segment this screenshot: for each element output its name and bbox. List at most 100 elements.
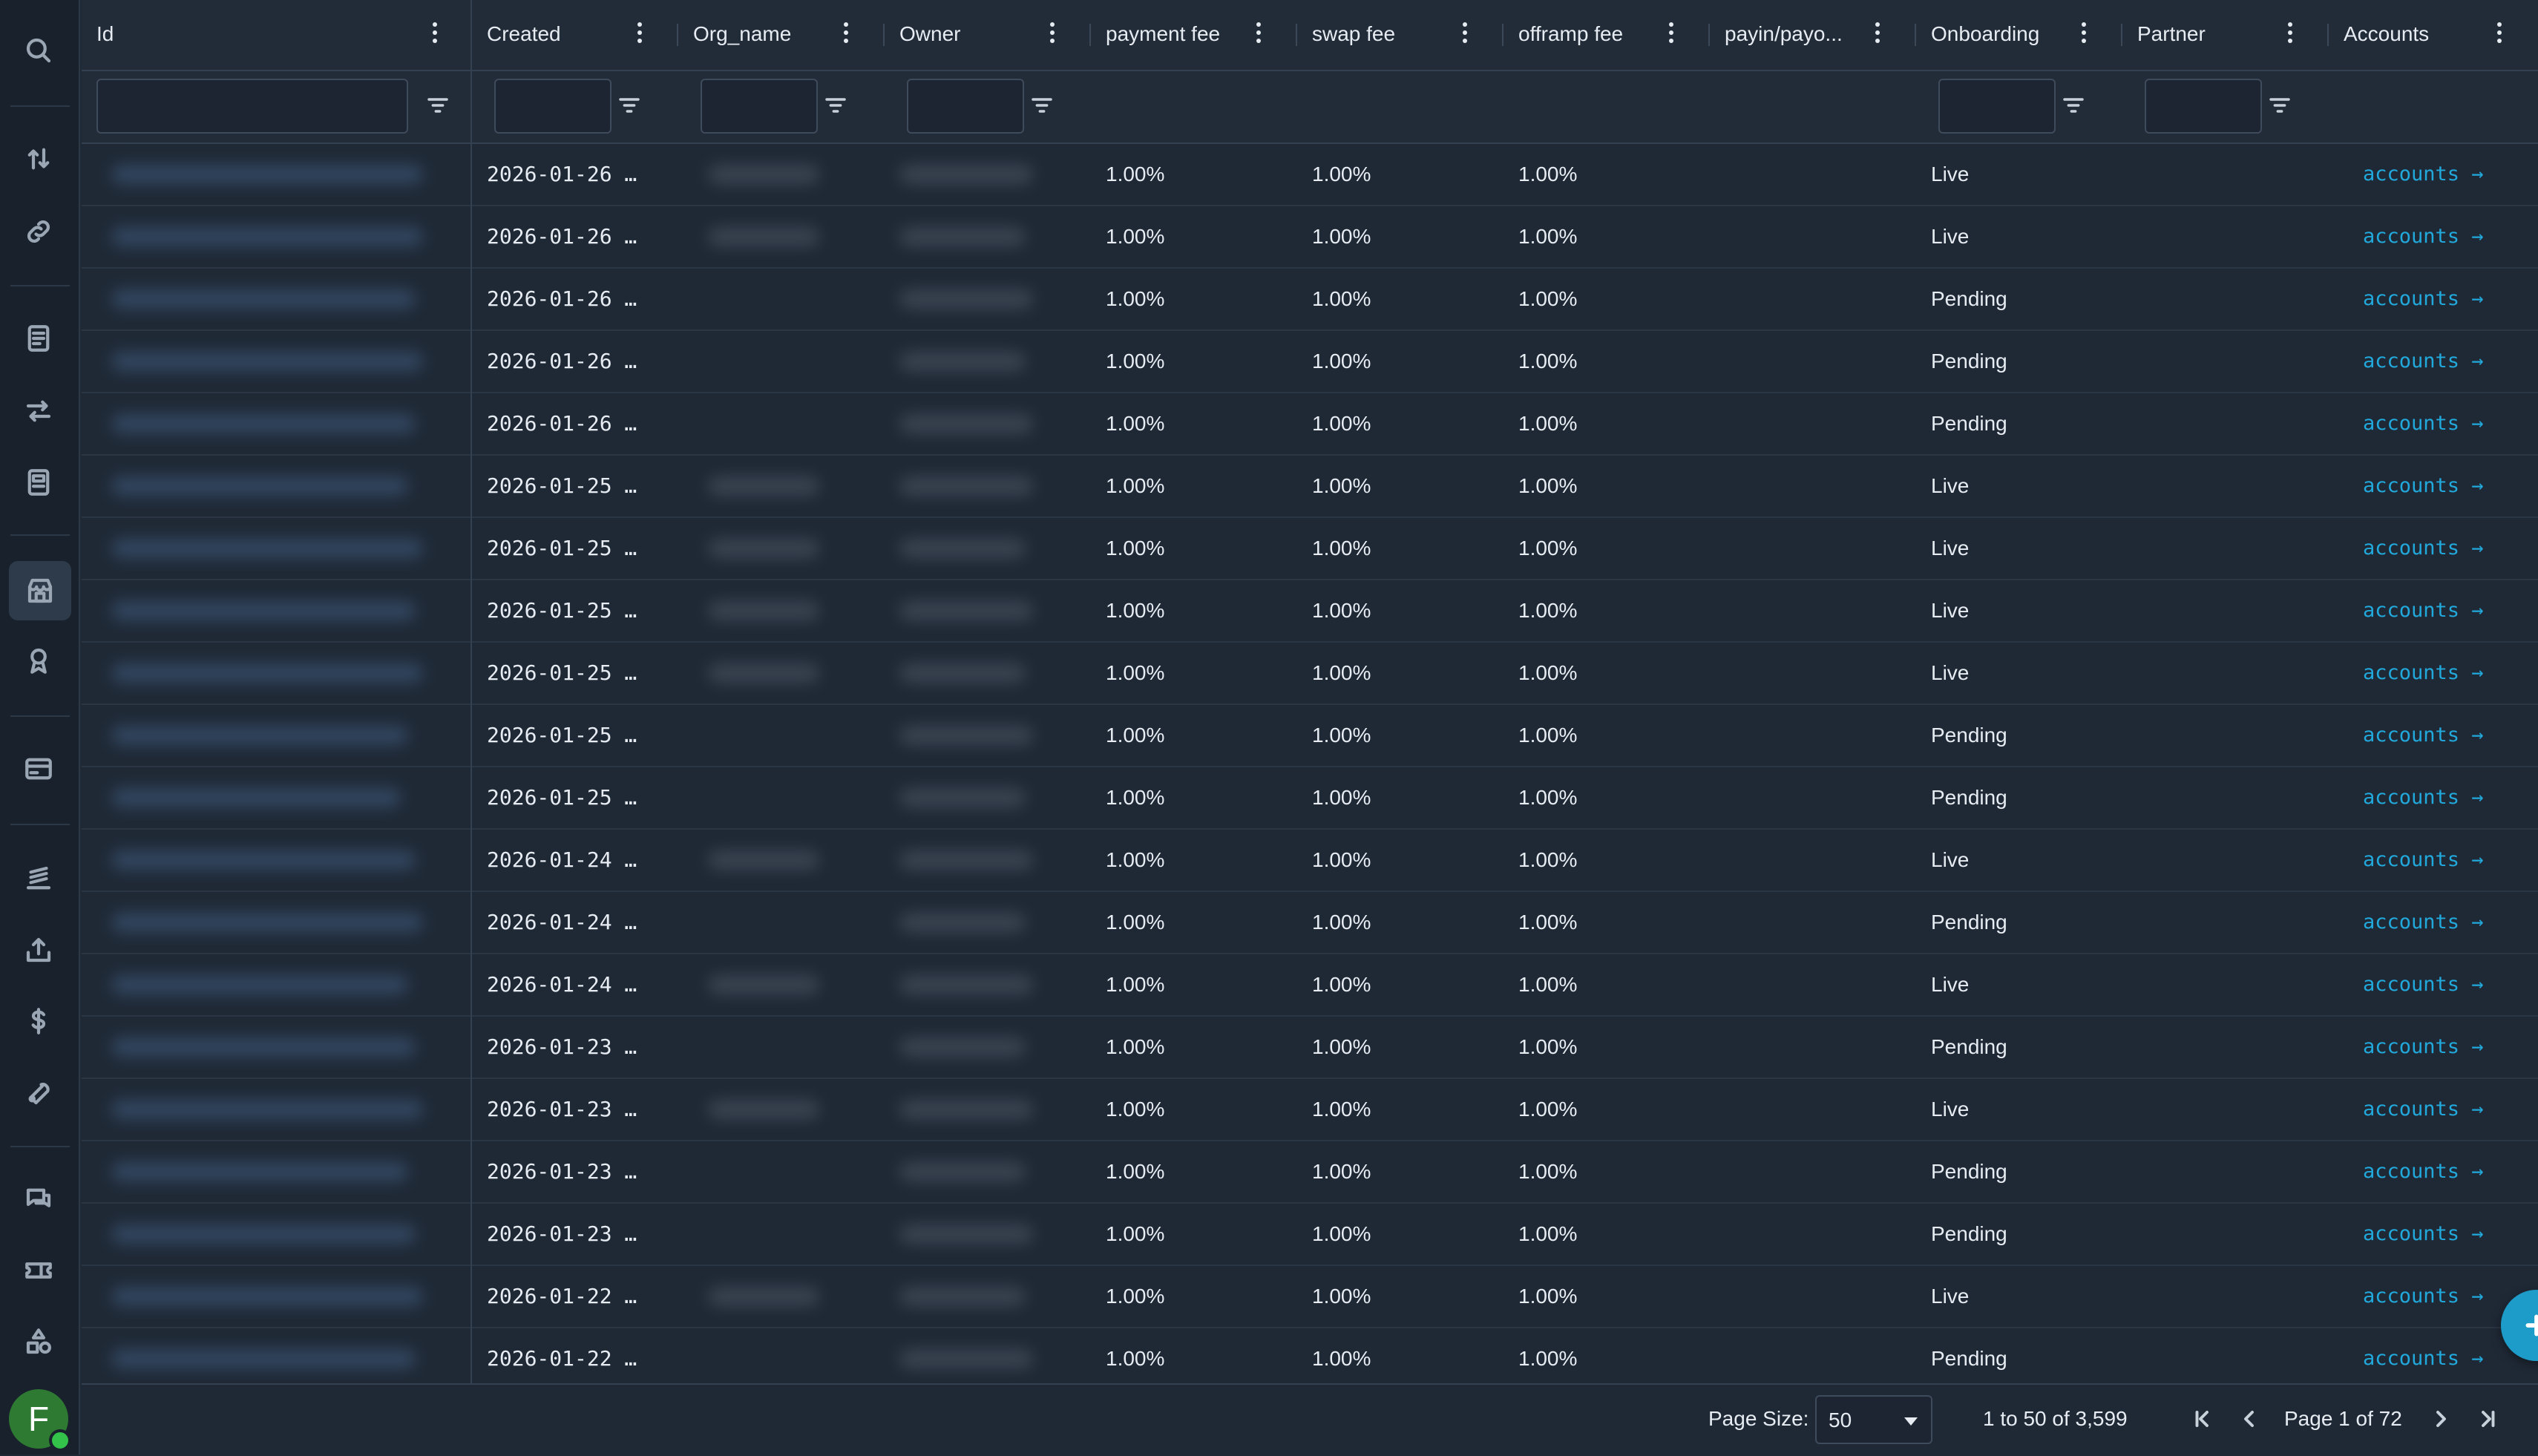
column-menu-icon[interactable] xyxy=(2079,22,2088,47)
table-row[interactable]: 2026-01-25 … 1.00% 1.00% 1.00% Live accounts … xyxy=(82,580,2538,643)
filter-input-onboarding[interactable] xyxy=(1938,79,2056,134)
card-icon[interactable] xyxy=(18,748,59,790)
column-header-id[interactable]: Id xyxy=(82,0,472,70)
tools-icon[interactable] xyxy=(18,1072,59,1113)
accounts-link[interactable]: accounts → xyxy=(2363,269,2484,329)
column-menu-icon[interactable] xyxy=(842,22,850,47)
table-row[interactable]: 2026-01-25 … 1.00% 1.00% 1.00% Live accounts … xyxy=(82,456,2538,518)
data-grid: Id Created Org_name Owner payment fee swap fe… xyxy=(82,0,2538,1456)
next-page-icon[interactable] xyxy=(2427,1406,2453,1432)
swap-vertical-icon[interactable] xyxy=(18,138,59,180)
accounts-link[interactable]: accounts → xyxy=(2363,767,2484,828)
accounts-link[interactable]: accounts → xyxy=(2363,1266,2484,1327)
filter-icon[interactable] xyxy=(1030,94,1054,117)
column-menu-icon[interactable] xyxy=(1667,22,1676,47)
link-icon[interactable] xyxy=(18,211,59,252)
upload-icon[interactable] xyxy=(18,929,59,971)
table-row[interactable]: 2026-01-25 … 1.00% 1.00% 1.00% Live accounts … xyxy=(82,643,2538,705)
table-row[interactable]: 2026-01-24 … 1.00% 1.00% 1.00% Live accounts … xyxy=(82,954,2538,1017)
filter-input-partner[interactable] xyxy=(2145,79,2262,134)
filter-icon[interactable] xyxy=(2268,94,2292,117)
accounts-link[interactable]: accounts → xyxy=(2363,518,2484,579)
filter-input-created[interactable] xyxy=(494,79,611,134)
search-icon[interactable] xyxy=(18,30,59,71)
table-row[interactable]: 2026-01-24 … 1.00% 1.00% 1.00% Live accounts … xyxy=(82,830,2538,892)
column-menu-icon[interactable] xyxy=(1873,22,1882,47)
receipt-icon[interactable] xyxy=(18,318,59,359)
accounts-link[interactable]: accounts → xyxy=(2363,1328,2484,1389)
column-menu-icon[interactable] xyxy=(2495,22,2504,47)
column-menu-icon[interactable] xyxy=(1048,22,1057,47)
ticket-icon[interactable] xyxy=(18,1250,59,1291)
filter-icon[interactable] xyxy=(617,94,641,117)
column-header-accounts[interactable]: Accounts xyxy=(2329,0,2538,70)
table-row[interactable]: 2026-01-26 … 1.00% 1.00% 1.00% Live accounts … xyxy=(82,206,2538,269)
column-header-onboarding[interactable]: Onboarding xyxy=(1916,0,2122,70)
column-menu-icon[interactable] xyxy=(635,22,644,47)
table-row[interactable]: 2026-01-22 … 1.00% 1.00% 1.00% Pending accoun… xyxy=(82,1328,2538,1391)
previous-page-icon[interactable] xyxy=(2237,1406,2263,1432)
store-icon[interactable] xyxy=(9,561,71,620)
document-icon[interactable] xyxy=(18,462,59,503)
redacted-org-name xyxy=(708,850,819,870)
column-header-created[interactable]: Created xyxy=(472,0,678,70)
stack-icon[interactable] xyxy=(18,858,59,899)
accounts-link[interactable]: accounts → xyxy=(2363,830,2484,891)
accounts-link[interactable]: accounts → xyxy=(2363,1204,2484,1265)
accounts-link[interactable]: accounts → xyxy=(2363,1017,2484,1078)
accounts-link[interactable]: accounts → xyxy=(2363,954,2484,1015)
first-page-icon[interactable] xyxy=(2189,1406,2216,1432)
table-row[interactable]: 2026-01-25 … 1.00% 1.00% 1.00% Pending accoun… xyxy=(82,705,2538,767)
chat-icon[interactable] xyxy=(18,1178,59,1220)
table-row[interactable]: 2026-01-23 … 1.00% 1.00% 1.00% Live accounts … xyxy=(82,1079,2538,1141)
column-menu-icon[interactable] xyxy=(1460,22,1469,47)
swap-fee-cell: 1.00% xyxy=(1312,599,1371,622)
column-header-offramp-fee[interactable]: offramp fee xyxy=(1504,0,1710,70)
table-row[interactable]: 2026-01-26 … 1.00% 1.00% 1.00% Pending accoun… xyxy=(82,331,2538,393)
accounts-link[interactable]: accounts → xyxy=(2363,580,2484,641)
accounts-link[interactable]: accounts → xyxy=(2363,1141,2484,1202)
table-row[interactable]: 2026-01-26 … 1.00% 1.00% 1.00% Pending accoun… xyxy=(82,393,2538,456)
table-row[interactable]: 2026-01-24 … 1.00% 1.00% 1.00% Pending accoun… xyxy=(82,892,2538,954)
column-menu-icon[interactable] xyxy=(2286,22,2295,47)
shapes-icon[interactable] xyxy=(18,1321,59,1362)
accounts-link[interactable]: accounts → xyxy=(2363,892,2484,953)
filter-input-owner[interactable] xyxy=(907,79,1024,134)
dollar-icon[interactable] xyxy=(18,1000,59,1042)
payment-fee-cell: 1.00% xyxy=(1106,412,1165,435)
filter-icon[interactable] xyxy=(426,94,450,117)
table-row[interactable]: 2026-01-25 … 1.00% 1.00% 1.00% Pending accoun… xyxy=(82,767,2538,830)
accounts-link[interactable]: accounts → xyxy=(2363,331,2484,392)
accounts-link[interactable]: accounts → xyxy=(2363,1079,2484,1140)
column-header-payin-payout[interactable]: payin/payo... xyxy=(1710,0,1916,70)
table-row[interactable]: 2026-01-23 … 1.00% 1.00% 1.00% Pending accoun… xyxy=(82,1017,2538,1079)
table-row[interactable]: 2026-01-25 … 1.00% 1.00% 1.00% Live accounts … xyxy=(82,518,2538,580)
column-menu-icon[interactable] xyxy=(430,22,439,47)
column-menu-icon[interactable] xyxy=(1254,22,1263,47)
accounts-link[interactable]: accounts → xyxy=(2363,144,2484,205)
filter-icon[interactable] xyxy=(824,94,847,117)
table-row[interactable]: 2026-01-26 … 1.00% 1.00% 1.00% Pending accoun… xyxy=(82,269,2538,331)
page-size-select[interactable]: 50 xyxy=(1815,1395,1932,1444)
filter-icon[interactable] xyxy=(2062,94,2085,117)
table-row[interactable]: 2026-01-23 … 1.00% 1.00% 1.00% Pending accoun… xyxy=(82,1141,2538,1204)
transfer-icon[interactable] xyxy=(18,390,59,432)
column-header-org-name[interactable]: Org_name xyxy=(678,0,885,70)
accounts-link[interactable]: accounts → xyxy=(2363,705,2484,766)
badge-icon[interactable] xyxy=(18,640,59,681)
filter-input-id[interactable] xyxy=(96,79,408,134)
accounts-link[interactable]: accounts → xyxy=(2363,456,2484,517)
column-header-payment-fee[interactable]: payment fee xyxy=(1091,0,1297,70)
table-row[interactable]: 2026-01-23 … 1.00% 1.00% 1.00% Pending accoun… xyxy=(82,1204,2538,1266)
accounts-link[interactable]: accounts → xyxy=(2363,206,2484,267)
accounts-link[interactable]: accounts → xyxy=(2363,643,2484,704)
table-row[interactable]: 2026-01-26 … 1.00% 1.00% 1.00% Live accounts … xyxy=(82,144,2538,206)
table-row[interactable]: 2026-01-22 … 1.00% 1.00% 1.00% Live accounts … xyxy=(82,1266,2538,1328)
column-header-owner[interactable]: Owner xyxy=(885,0,1091,70)
accounts-link[interactable]: accounts → xyxy=(2363,393,2484,454)
column-header-swap-fee[interactable]: swap fee xyxy=(1297,0,1504,70)
payment-fee-cell: 1.00% xyxy=(1106,163,1165,186)
last-page-icon[interactable] xyxy=(2474,1406,2501,1432)
filter-input-org-name[interactable] xyxy=(701,79,818,134)
column-header-partner[interactable]: Partner xyxy=(2122,0,2329,70)
